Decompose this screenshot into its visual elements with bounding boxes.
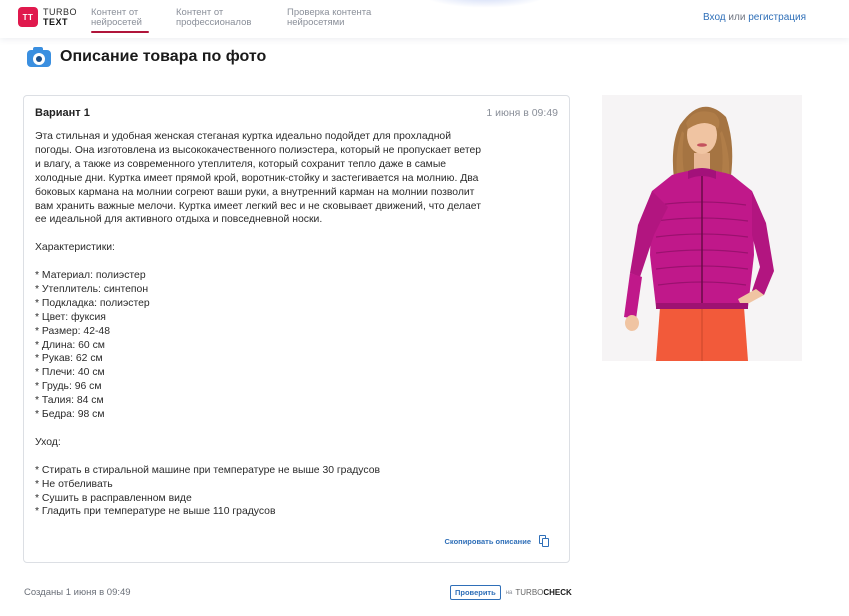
login-link[interactable]: Вход [703,12,726,23]
check-row: Проверить на TURBOCHECK [450,585,572,600]
generated-description: Эта стильная и удобная женская стеганая … [35,130,555,519]
brand-part1: TURBO [515,588,544,597]
spec-item: * Утеплитель: синтепон [35,283,149,295]
description-line: вам хранить важные мелочи. Куртка имеет … [35,200,481,212]
variant-title: Вариант 1 [35,107,90,119]
care-heading: Уход: [35,436,61,448]
nav-item-pro-content[interactable]: Контент от профессионалов [176,8,251,28]
spec-item: * Плечи: 40 см [35,367,105,379]
description-line: и влагу, а также из современного утеплит… [35,158,447,170]
specs-heading: Характеристики: [35,242,115,254]
logo-badge: TT [18,7,38,27]
spec-item: * Размер: 42-48 [35,325,110,337]
camera-icon [26,45,52,69]
page-title: Описание товара по фото [60,48,267,65]
care-item: * Сушить в расправленном виде [35,492,192,504]
nav-item-label-line2: нейросетей [91,17,142,28]
spec-item: * Рукав: 62 см [35,353,103,365]
logo-line2: TEXT [43,17,69,27]
nav-item-label-line2: профессионалов [176,17,252,28]
variant-card: Вариант 1 1 июня в 09:49 Эта стильная и … [23,95,570,563]
turbocheck-logo[interactable]: TURBOCHECK [515,588,571,597]
spec-item: * Материал: полиэстер [35,270,146,282]
care-item: * Гладить при температуре не выше 110 гр… [35,506,276,518]
care-item: * Не отбеливать [35,478,113,490]
nav-item-ai-content[interactable]: Контент от нейросетей [91,8,149,33]
description-line: ее идеальной для активного отдыха и повс… [35,214,323,226]
description-line: Эта стильная и удобная женская стеганая … [35,131,452,142]
description-line: холодные дни. Куртка имеет прямой крой, … [35,172,479,184]
spec-item: * Грудь: 96 см [35,381,102,393]
active-tab-underline [91,31,149,33]
spec-item: * Подкладка: полиэстер [35,297,150,309]
spec-item: * Длина: 60 см [35,339,105,351]
copy-description-label: Скопировать описание [444,536,531,546]
check-button[interactable]: Проверить [450,585,501,600]
brand-part2: CHECK [543,588,572,597]
logo-text: TURBO TEXT [43,7,77,27]
created-timestamp: Созданы 1 июня в 09:49 [24,587,131,598]
nav-item-ai-check[interactable]: Проверка контента нейросетями [287,8,371,28]
auth-links: Вход или регистрация [703,12,806,23]
check-on-label: на [505,589,513,596]
copy-description-button[interactable]: Скопировать описание [445,535,550,547]
variant-date: 1 июня в 09:49 [486,107,558,119]
product-photo-illustration [624,106,774,361]
header-glow [420,0,550,8]
register-link[interactable]: регистрация [748,12,806,23]
description-line: боковых кармана на молнии согреют ваши р… [35,186,475,198]
description-line: погоды. Она изготовлена из высококачеств… [35,144,482,156]
copy-icon [539,535,550,547]
care-item: * Стирать в стиральной машине при темпер… [35,464,380,476]
spec-item: * Бедра: 98 см [35,409,105,421]
top-nav-bar: TT TURBO TEXT Контент от нейросетей Конт… [0,0,849,38]
auth-separator: или [728,12,749,23]
page-title-row: Описание товара по фото [26,45,266,69]
product-photo [602,95,802,361]
logo-line1: TURBO [43,7,77,17]
nav-item-label-line2: нейросетями [287,17,345,28]
logo[interactable]: TT TURBO TEXT [18,7,77,27]
spec-item: * Талия: 84 см [35,395,104,407]
spec-item: * Цвет: фуксия [35,311,106,323]
